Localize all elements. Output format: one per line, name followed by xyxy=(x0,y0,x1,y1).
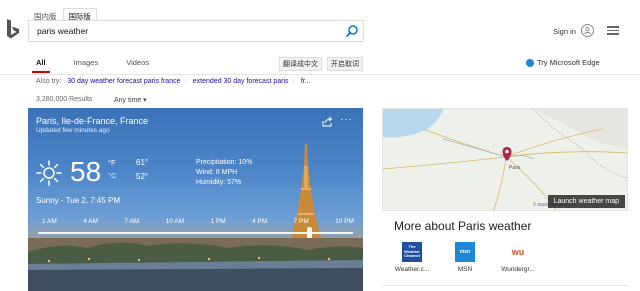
tab-all[interactable]: All xyxy=(32,58,50,73)
msn-logo-icon: msn xyxy=(455,242,475,262)
weather-map[interactable]: Paris © 2019 Microsoft Launch weather ma… xyxy=(382,108,628,211)
hour-label[interactable]: 7 AM xyxy=(124,218,139,225)
source-label: Weather.c... xyxy=(394,266,430,273)
current-temperature: 58 xyxy=(70,156,102,187)
weather-details: Precipitation: 10% Wind: 8 MPH Humidity:… xyxy=(196,158,252,188)
word-lookup-button[interactable]: 开启取词 xyxy=(327,57,363,71)
humidity: Humidity: 57% xyxy=(196,179,242,186)
translate-button[interactable]: 翻译成中文 xyxy=(279,57,322,71)
sunny-icon xyxy=(36,160,62,186)
source-label: Wundergr... xyxy=(501,266,535,273)
weather-location: Paris, Ile-de-France, France xyxy=(36,116,149,126)
hour-label[interactable]: 4 PM xyxy=(252,218,267,225)
also-try: Also try: 30 day weather forecast paris … xyxy=(36,78,311,85)
search-input[interactable] xyxy=(37,26,337,36)
nav-tabs: All Images Videos xyxy=(32,58,177,73)
more-options-icon[interactable]: ··· xyxy=(340,114,353,125)
wind: Wind: 8 MPH xyxy=(196,169,238,176)
edge-icon xyxy=(526,58,534,67)
also-try-link[interactable]: 30 day weather forecast paris france xyxy=(67,78,180,85)
source-label: MSN xyxy=(457,266,473,273)
unit-celsius-toggle[interactable]: °C xyxy=(108,171,116,180)
hamburger-menu-icon[interactable] xyxy=(607,26,619,35)
launch-weather-map-button[interactable]: Launch weather map xyxy=(547,195,625,208)
share-icon[interactable] xyxy=(322,116,333,127)
hourly-labels: 1 AM 4 AM 7 AM 10 AM 1 PM 4 PM 7 PM 10 P… xyxy=(42,218,354,225)
wunderground-logo-icon: wu xyxy=(508,242,528,262)
weather-datetime: Sunny - Tue 2, 7:45 PM xyxy=(36,196,121,205)
high-temperature: 61° xyxy=(136,158,149,167)
any-time-filter[interactable]: Any time ▾ xyxy=(114,96,147,104)
try-edge-link[interactable]: Try Microsoft Edge xyxy=(526,58,600,67)
search-box xyxy=(28,20,364,42)
user-icon[interactable] xyxy=(581,24,594,37)
try-edge-label: Try Microsoft Edge xyxy=(537,58,600,67)
more-about-heading: More about Paris weather xyxy=(394,219,532,233)
any-time-label: Any time xyxy=(114,97,142,104)
time-slider-track[interactable] xyxy=(38,232,353,234)
map-city-label: Paris xyxy=(509,165,521,171)
nav-divider xyxy=(0,74,640,75)
hour-label[interactable]: 10 PM xyxy=(335,218,354,225)
also-try-link[interactable]: fr... xyxy=(301,78,311,85)
low-temperature: 52° xyxy=(136,172,149,181)
paris-skyline-image xyxy=(28,238,363,291)
unit-fahrenheit-toggle[interactable]: °F xyxy=(108,158,116,167)
source-msn[interactable]: msn MSN xyxy=(447,242,483,273)
search-icon[interactable] xyxy=(345,24,359,38)
weather-updated: Updated few minutes ago xyxy=(36,127,110,134)
bing-logo-icon[interactable] xyxy=(5,18,21,42)
source-wunderground[interactable]: wu Wundergr... xyxy=(500,242,536,273)
precipitation: Precipitation: 10% xyxy=(196,159,253,166)
hour-label[interactable]: 1 AM xyxy=(42,218,57,225)
also-try-link[interactable]: extended 30 day forecast paris xyxy=(193,78,289,85)
sign-in-link[interactable]: Sign in xyxy=(553,27,576,36)
tab-images[interactable]: Images xyxy=(74,58,99,67)
hour-label[interactable]: 4 AM xyxy=(83,218,98,225)
hour-label[interactable]: 10 AM xyxy=(166,218,184,225)
source-list: The Weather Channel Weather.c... msn MSN… xyxy=(394,242,536,273)
results-count: 3,280,000 Results xyxy=(36,96,93,103)
sources-divider xyxy=(382,285,628,286)
hour-label[interactable]: 1 PM xyxy=(210,218,225,225)
source-weather-channel[interactable]: The Weather Channel Weather.c... xyxy=(394,242,430,273)
weather-channel-logo-icon: The Weather Channel xyxy=(402,242,422,262)
tab-videos[interactable]: Videos xyxy=(126,58,149,67)
also-try-label: Also try: xyxy=(36,78,62,85)
hour-label[interactable]: 7 PM xyxy=(294,218,309,225)
weather-card: Paris, Ile-de-France, France Updated few… xyxy=(28,108,363,291)
